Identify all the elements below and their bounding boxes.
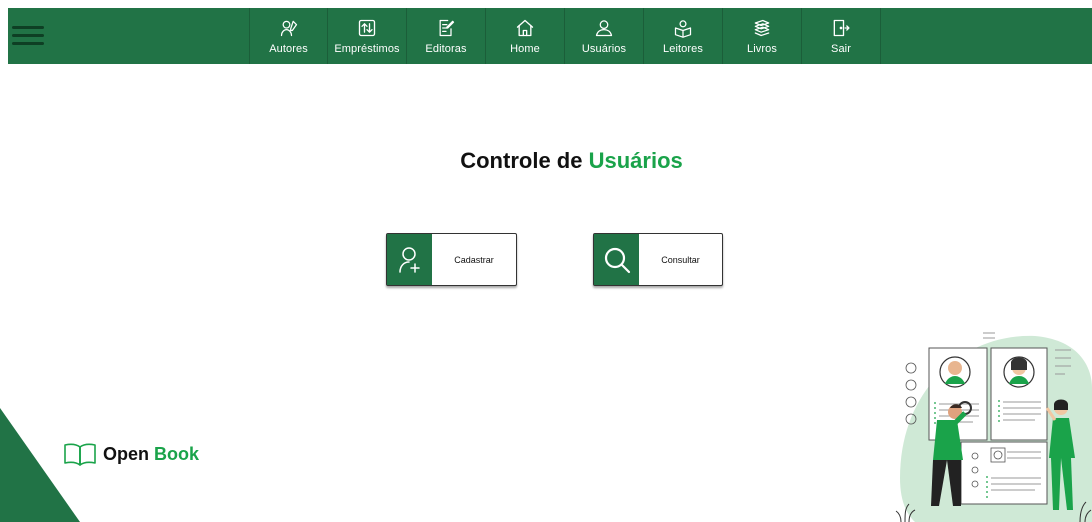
consultar-label: Consultar <box>661 254 700 265</box>
nav-item-home[interactable]: Home <box>486 8 565 64</box>
nav-item-autores[interactable]: Autores <box>249 8 328 64</box>
search-icon <box>594 234 639 285</box>
nav-item-emprestimos[interactable]: Empréstimos <box>328 8 407 64</box>
nav-label: Sair <box>831 42 851 55</box>
page-title: Controle de Usuários <box>0 148 1092 174</box>
swap-icon <box>358 19 376 36</box>
nav-label: Livros <box>747 42 777 55</box>
brand-logo: Open Book <box>63 442 199 466</box>
nav-label: Empréstimos <box>334 42 400 55</box>
top-navigation-bar: Autores Empréstimos Editoras Home Usuári… <box>8 8 1092 64</box>
cadastrar-button[interactable]: Cadastrar <box>386 233 517 286</box>
add-user-icon <box>387 234 432 285</box>
brand-name-accent: Book <box>154 443 200 464</box>
author-icon <box>280 20 297 36</box>
nav-item-usuarios[interactable]: Usuários <box>565 8 644 64</box>
books-icon <box>754 19 770 36</box>
nav-item-livros[interactable]: Livros <box>723 8 802 64</box>
nav-label: Usuários <box>581 42 627 55</box>
brand-name-prefix: Open <box>103 443 150 464</box>
nav-label: Leitores <box>663 42 703 55</box>
edit-document-icon <box>439 19 455 36</box>
exit-icon <box>833 19 850 36</box>
main-nav: Autores Empréstimos Editoras Home Usuári… <box>249 8 881 64</box>
nav-item-leitores[interactable]: Leitores <box>644 8 723 64</box>
cadastrar-label: Cadastrar <box>454 254 494 265</box>
reader-icon <box>674 19 692 38</box>
users-illustration <box>895 332 1092 522</box>
open-book-icon <box>64 443 96 466</box>
consultar-button[interactable]: Consultar <box>593 233 723 286</box>
nav-label: Home <box>510 42 540 55</box>
page-title-prefix: Controle de <box>460 148 583 173</box>
nav-item-editoras[interactable]: Editoras <box>407 8 486 64</box>
menu-icon[interactable] <box>12 26 48 48</box>
nav-label: Editoras <box>425 42 467 55</box>
nav-item-sair[interactable]: Sair <box>802 8 881 64</box>
user-icon <box>595 19 613 36</box>
home-icon <box>516 19 534 36</box>
nav-label: Autores <box>269 42 308 55</box>
page-title-accent: Usuários <box>588 148 683 173</box>
brand-name: Open Book <box>103 444 199 465</box>
